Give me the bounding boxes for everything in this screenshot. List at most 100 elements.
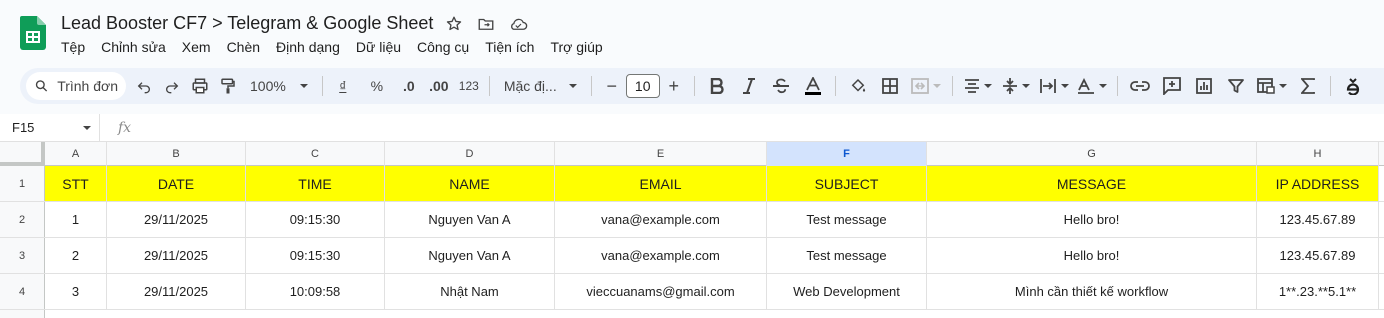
column-header-g[interactable]: G (927, 142, 1257, 166)
cell-g1[interactable]: MESSAGE (927, 166, 1257, 201)
menu-tools[interactable]: Công cụ (409, 37, 477, 57)
insert-chart-button[interactable] (1188, 72, 1220, 100)
fill-color-button[interactable] (842, 72, 874, 100)
text-wrapping-button[interactable] (1035, 72, 1073, 100)
vertical-align-button[interactable] (997, 72, 1035, 100)
increase-decimal-button[interactable]: .00 (425, 72, 453, 100)
cell-e1[interactable]: EMAIL (555, 166, 767, 201)
functions-button[interactable] (1292, 72, 1324, 100)
cell-f2[interactable]: Test message (767, 202, 927, 237)
star-icon[interactable] (444, 14, 464, 34)
cell-e2[interactable]: vana@example.com (555, 202, 767, 237)
cell-d3[interactable]: Nguyen Van A (385, 238, 555, 273)
increase-font-size-button[interactable]: + (660, 72, 688, 100)
row-header-1[interactable]: 1 (0, 166, 45, 201)
menu-insert[interactable]: Chèn (219, 37, 268, 57)
table-row: 3 2 29/11/2025 09:15:30 Nguyen Van A van… (0, 238, 1384, 274)
cell-e4[interactable]: vieccuanams@gmail.com (555, 274, 767, 309)
zoom-select[interactable]: 100% (242, 72, 316, 100)
font-value: Mặc đị... (503, 78, 557, 94)
strikethrough-button[interactable] (765, 72, 797, 100)
undo-button[interactable] (130, 72, 158, 100)
menu-data[interactable]: Dữ liệu (348, 37, 409, 57)
column-header-h[interactable]: H (1257, 142, 1379, 166)
row-header-3[interactable]: 3 (0, 238, 45, 273)
cell-e3[interactable]: vana@example.com (555, 238, 767, 273)
cell-h4[interactable]: 1**.23.**5.1** (1257, 274, 1379, 309)
google-sheets-logo-icon[interactable] (20, 16, 46, 50)
currency-format-button[interactable]: ₫ (329, 72, 357, 100)
italic-button[interactable] (733, 72, 765, 100)
search-icon (35, 80, 48, 92)
decrease-font-size-button[interactable]: − (598, 72, 626, 100)
cell-h1[interactable]: IP ADDRESS (1257, 166, 1379, 201)
cell-a1[interactable]: STT (45, 166, 107, 201)
cell-b4[interactable]: 29/11/2025 (107, 274, 246, 309)
font-select[interactable]: Mặc đị... (496, 72, 585, 100)
insert-comment-button[interactable] (1156, 72, 1188, 100)
column-header-f[interactable]: F (767, 142, 927, 166)
cell-d1[interactable]: NAME (385, 166, 555, 201)
paint-format-icon (221, 78, 235, 94)
merge-cells-button[interactable] (906, 72, 946, 100)
cell-g3[interactable]: Hello bro! (927, 238, 1257, 273)
cell-f4[interactable]: Web Development (767, 274, 927, 309)
menu-format[interactable]: Định dạng (268, 37, 348, 57)
cell-c1[interactable]: TIME (246, 166, 385, 201)
document-title[interactable]: Lead Booster CF7 > Telegram & Google She… (61, 13, 433, 34)
menu-file[interactable]: Tệp (53, 37, 93, 57)
cell-h2[interactable]: 123.45.67.89 (1257, 202, 1379, 237)
text-color-button[interactable] (797, 72, 829, 100)
menu-edit[interactable]: Chỉnh sửa (93, 37, 174, 57)
cell-b1[interactable]: DATE (107, 166, 246, 201)
row-header-2[interactable]: 2 (0, 202, 45, 237)
bold-button[interactable] (701, 72, 733, 100)
name-box[interactable]: F15 (0, 113, 100, 142)
text-rotation-button[interactable] (1073, 72, 1111, 100)
more-formats-button[interactable]: 123 (455, 72, 483, 100)
cell-b3[interactable]: 29/11/2025 (107, 238, 246, 273)
menu-extensions[interactable]: Tiện ích (477, 37, 542, 57)
column-header-d[interactable]: D (385, 142, 555, 166)
column-header-c[interactable]: C (246, 142, 385, 166)
cell-f1[interactable]: SUBJECT (767, 166, 927, 201)
cell-h3[interactable]: 123.45.67.89 (1257, 238, 1379, 273)
menu-search[interactable]: Trình đơn (26, 72, 126, 100)
fx-icon: fx (118, 119, 132, 136)
percent-format-button[interactable]: % (363, 72, 391, 100)
font-size-input[interactable]: 10 (625, 74, 660, 98)
redo-button[interactable] (158, 72, 186, 100)
horizontal-align-button[interactable] (959, 72, 997, 100)
cell-c2[interactable]: 09:15:30 (246, 202, 385, 237)
cell-a4[interactable]: 3 (45, 274, 107, 309)
move-folder-icon[interactable] (476, 14, 496, 34)
column-header-a[interactable]: A (45, 142, 107, 166)
menu-view[interactable]: Xem (174, 37, 219, 57)
print-button[interactable] (186, 72, 214, 100)
cell-a2[interactable]: 1 (45, 202, 107, 237)
cell-c4[interactable]: 10:09:58 (246, 274, 385, 309)
filter-icon (1227, 79, 1244, 93)
borders-button[interactable] (874, 72, 906, 100)
cell-f3[interactable]: Test message (767, 238, 927, 273)
cell-d2[interactable]: Nguyen Van A (385, 202, 555, 237)
cell-g4[interactable]: Mình cần thiết kế workflow (927, 274, 1257, 309)
paint-format-button[interactable] (214, 72, 242, 100)
cell-c3[interactable]: 09:15:30 (246, 238, 385, 273)
decrease-decimal-button[interactable]: .0 (395, 72, 423, 100)
column-header-e[interactable]: E (555, 142, 767, 166)
cell-g2[interactable]: Hello bro! (927, 202, 1257, 237)
cloud-saved-icon[interactable] (508, 14, 528, 34)
menu-help[interactable]: Trợ giúp (542, 37, 610, 57)
filter-button[interactable] (1220, 72, 1252, 100)
input-tools-button[interactable] (1337, 72, 1369, 100)
cell-a3[interactable]: 2 (45, 238, 107, 273)
row-header-5[interactable] (0, 310, 45, 318)
insert-link-button[interactable] (1124, 72, 1156, 100)
cell-d4[interactable]: Nhật Nam (385, 274, 555, 309)
column-header-b[interactable]: B (107, 142, 246, 166)
select-all-corner[interactable] (0, 142, 45, 166)
filter-views-button[interactable] (1252, 72, 1292, 100)
row-header-4[interactable]: 4 (0, 274, 45, 309)
cell-b2[interactable]: 29/11/2025 (107, 202, 246, 237)
